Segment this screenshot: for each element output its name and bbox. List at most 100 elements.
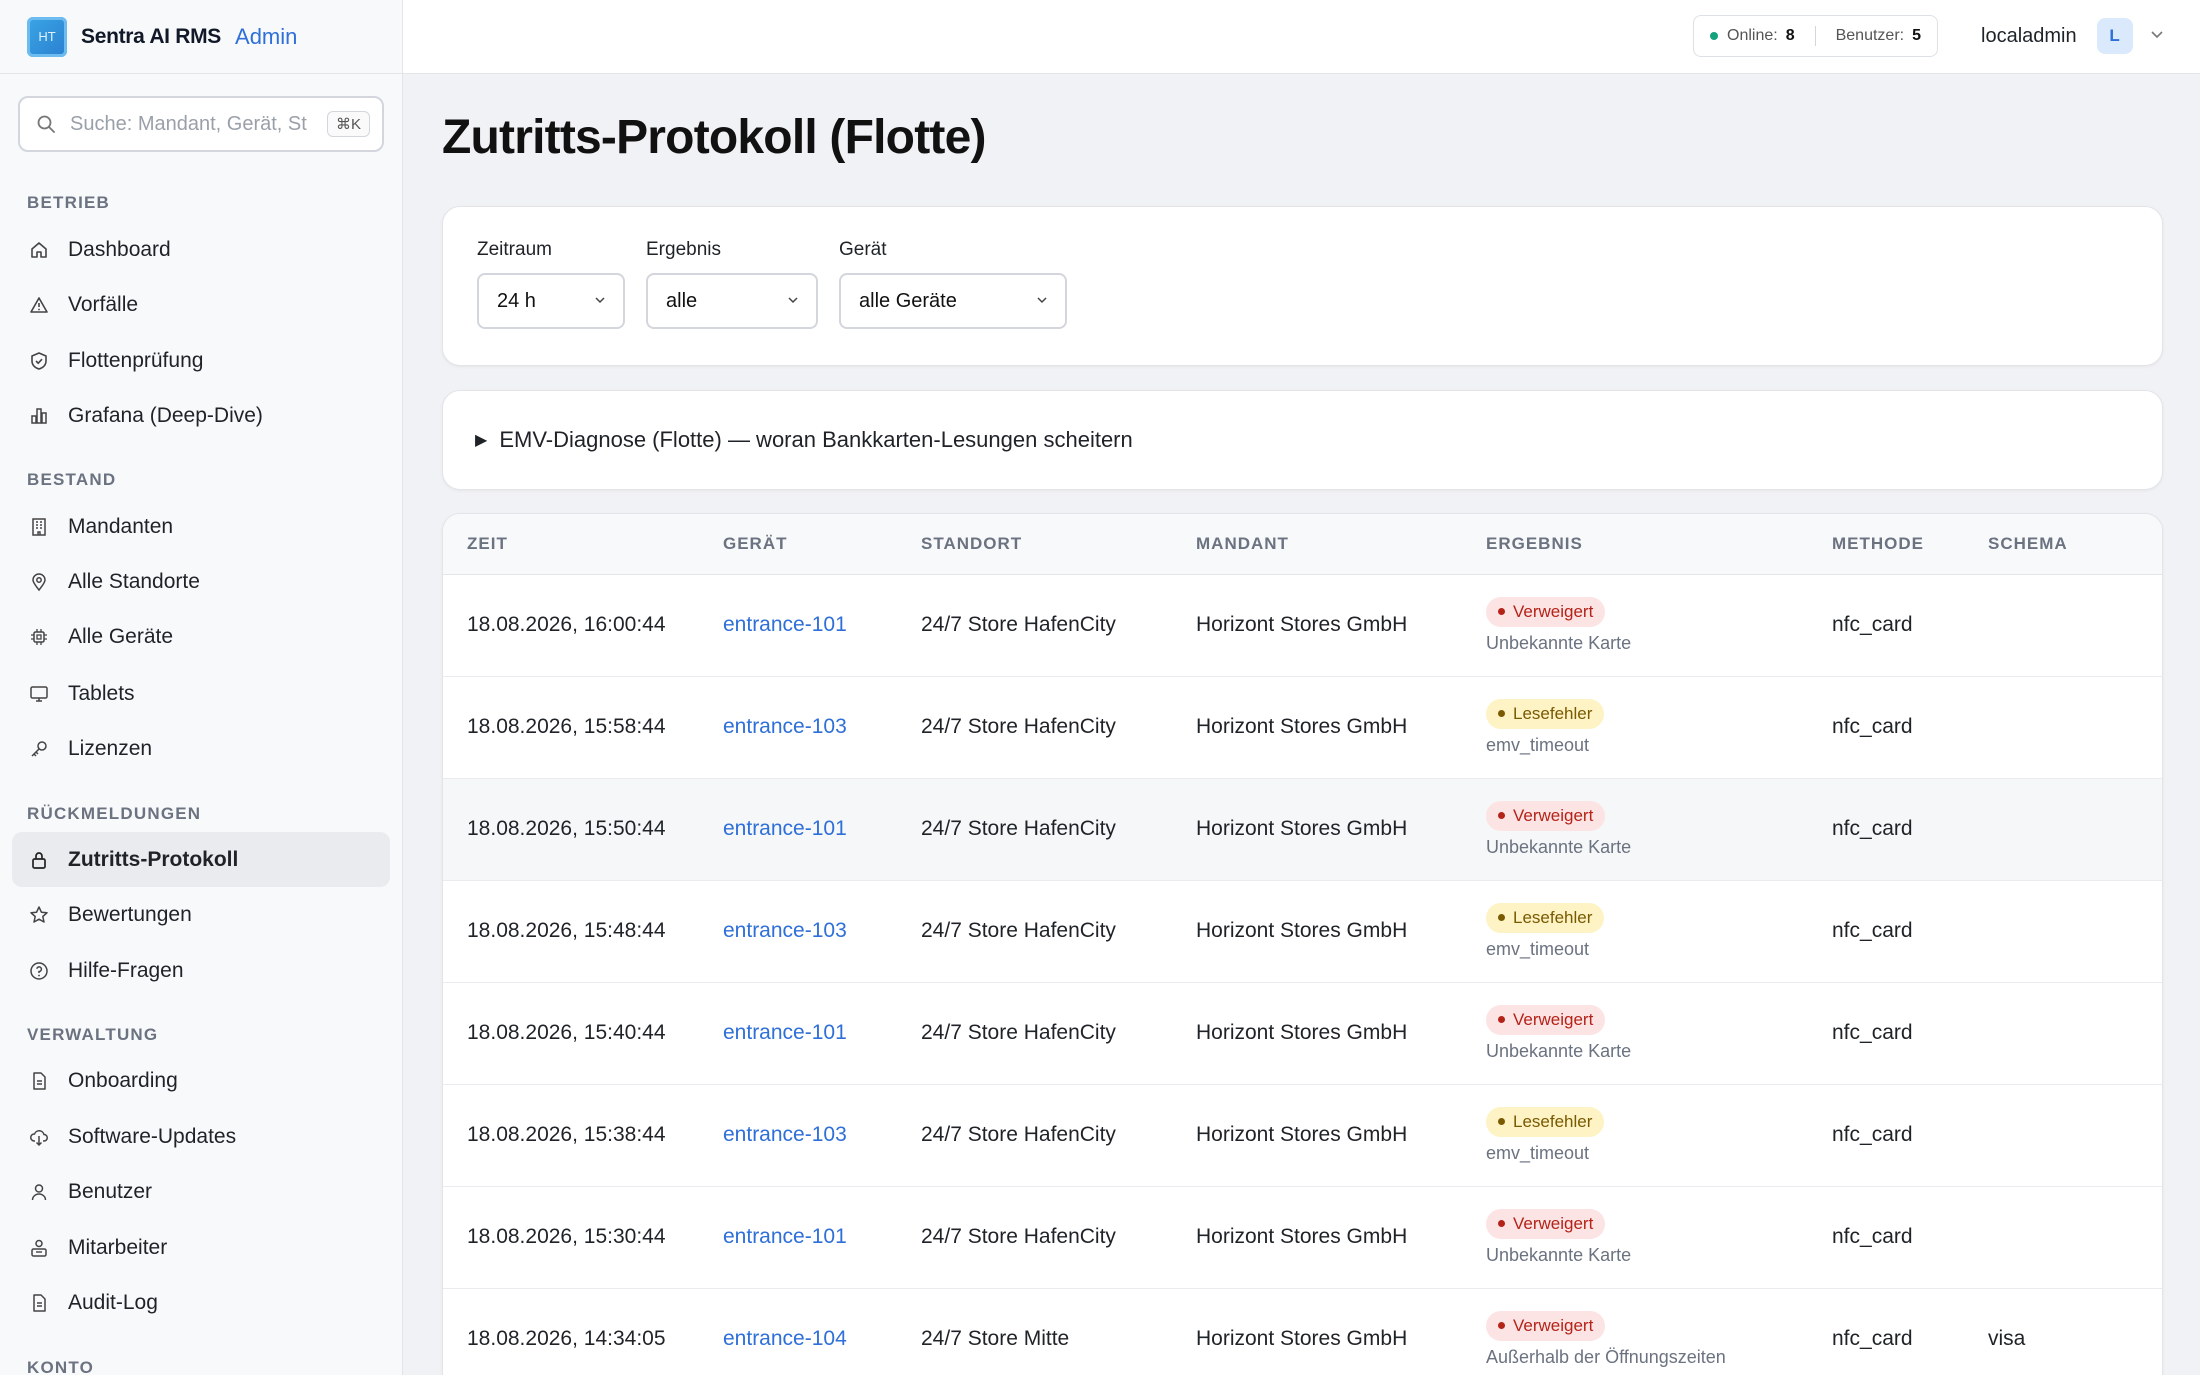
emv-diagnosis-card[interactable]: ▶ EMV-Diagnose (Flotte) — woran Bankkart… <box>442 390 2163 490</box>
sidebar-item-onboarding[interactable]: Onboarding <box>12 1053 390 1108</box>
column-header-mandant[interactable]: MANDANT <box>1196 514 1486 575</box>
table-header-row: ZEIT GERÄT STANDORT MANDANT ERGEBNIS MET… <box>443 514 2162 575</box>
document-icon <box>28 1292 50 1314</box>
cell-standort: 24/7 Store Mitte <box>921 1288 1196 1375</box>
table-row[interactable]: 18.08.2026, 15:30:44 entrance-101 24/7 Sto… <box>443 1186 2162 1289</box>
sidebar-item-lizenzen[interactable]: Lizenzen <box>12 721 390 776</box>
sidebar-item-label: Mandanten <box>68 514 174 538</box>
column-header-methode[interactable]: METHODE <box>1832 514 1988 575</box>
status-badge: Verweigert <box>1486 1208 1606 1239</box>
brand[interactable]: HT Sentra AI RMS Admin <box>0 0 402 74</box>
status-badge-label: Verweigert <box>1513 1315 1594 1335</box>
cell-standort: 24/7 Store HafenCity <box>921 778 1196 881</box>
cell-geraet: entrance-103 <box>723 880 921 983</box>
sidebar-item-alle-standorte[interactable]: Alle Standorte <box>12 554 390 609</box>
result-detail: emv_timeout <box>1486 734 1590 755</box>
cell-standort: 24/7 Store HafenCity <box>921 676 1196 779</box>
cell-methode: nfc_card <box>1832 778 1988 881</box>
avatar: L <box>2096 18 2133 54</box>
device-link[interactable]: entrance-104 <box>723 1327 847 1350</box>
cell-standort: 24/7 Store HafenCity <box>921 1186 1196 1289</box>
status-badge: Verweigert <box>1486 596 1606 627</box>
lock-icon <box>28 849 50 871</box>
zeitraum-select[interactable]: 24 h <box>477 273 625 329</box>
sidebar-item-hilfe-fragen[interactable]: Hilfe-Fragen <box>12 943 390 998</box>
sidebar-item-label: Vorfälle <box>68 292 139 316</box>
filter-label: Zeitraum <box>477 239 552 260</box>
table-row[interactable]: 18.08.2026, 15:48:44 entrance-103 24/7 Sto… <box>443 880 2162 983</box>
search-input[interactable]: Suche: Mandant, Gerät, St ⌘K <box>18 96 384 152</box>
sidebar-item-bewertungen[interactable]: Bewertungen <box>12 887 390 942</box>
result-detail: emv_timeout <box>1486 1142 1590 1163</box>
sidebar-item-vorfaelle[interactable]: Vorfälle <box>12 277 390 332</box>
sidebar-item-dashboard[interactable]: Dashboard <box>12 222 390 277</box>
column-header-standort[interactable]: STANDORT <box>921 514 1196 575</box>
ergebnis-select[interactable]: alle <box>646 273 818 329</box>
cell-mandant: Horizont Stores GmbH <box>1196 676 1486 779</box>
result-detail: Außerhalb der Öffnungszeiten <box>1486 1346 1726 1367</box>
shortcut-hint: ⌘K <box>326 111 370 137</box>
table-row[interactable]: 18.08.2026, 16:00:44 entrance-101 24/7 Sto… <box>443 574 2162 677</box>
device-link[interactable]: entrance-101 <box>723 613 847 636</box>
sidebar-item-alle-geraete[interactable]: Alle Geräte <box>12 609 390 664</box>
sidebar-item-benutzer[interactable]: Benutzer <box>12 1164 390 1219</box>
cell-standort: 24/7 Store HafenCity <box>921 574 1196 677</box>
table-row[interactable]: 18.08.2026, 15:50:44 entrance-101 24/7 Sto… <box>443 778 2162 881</box>
chevron-down-icon <box>786 290 800 313</box>
status-dot-icon <box>1498 1016 1505 1023</box>
cell-geraet: entrance-103 <box>723 1084 921 1187</box>
table-row[interactable]: 18.08.2026, 14:34:05 entrance-104 24/7 Sto… <box>443 1288 2162 1375</box>
cell-mandant: Horizont Stores GmbH <box>1196 880 1486 983</box>
cell-geraet: entrance-101 <box>723 574 921 677</box>
sidebar-item-zutritts-protokoll[interactable]: Zutritts-Protokoll <box>12 832 390 887</box>
result-detail: Unbekannte Karte <box>1486 836 1632 857</box>
status-badge-label: Lesefehler <box>1513 1111 1593 1131</box>
device-link[interactable]: entrance-103 <box>723 1123 847 1146</box>
status-badge: Verweigert <box>1486 800 1606 831</box>
filter-geraet: Gerät alle Geräte <box>839 239 1067 329</box>
cpu-icon <box>28 626 50 648</box>
device-link[interactable]: entrance-103 <box>723 919 847 942</box>
sidebar-item-software-updates[interactable]: Software-Updates <box>12 1109 390 1164</box>
table-row[interactable]: 18.08.2026, 15:38:44 entrance-103 24/7 Sto… <box>443 1084 2162 1187</box>
sidebar-item-mitarbeiter[interactable]: Mitarbeiter <box>12 1220 390 1275</box>
device-link[interactable]: entrance-103 <box>723 715 847 738</box>
cell-ergebnis: Verweigert Unbekannte Karte <box>1486 1186 1832 1289</box>
sidebar-item-label: Onboarding <box>68 1068 178 1092</box>
users-label: Benutzer: <box>1835 27 1905 44</box>
sidebar-item-mandanten[interactable]: Mandanten <box>12 499 390 554</box>
status-badge: Lesefehler <box>1486 698 1605 729</box>
sidebar-item-audit-log[interactable]: Audit-Log <box>12 1275 390 1330</box>
user-menu[interactable]: localadmin L <box>1981 18 2165 54</box>
column-header-geraet[interactable]: GERÄT <box>723 514 921 575</box>
result-detail: Unbekannte Karte <box>1486 1040 1632 1061</box>
cell-schema <box>1988 778 2162 881</box>
section-konto: KONTO <box>27 1358 95 1375</box>
cell-schema: visa <box>1988 1288 2162 1375</box>
sidebar-item-grafana[interactable]: Grafana (Deep-Dive) <box>12 388 390 443</box>
emv-diagnosis-toggle[interactable]: ▶ EMV-Diagnose (Flotte) — woran Bankkart… <box>443 391 2162 489</box>
cell-methode: nfc_card <box>1832 1084 1988 1187</box>
document-icon <box>28 1070 50 1092</box>
cell-zeit: 18.08.2026, 15:48:44 <box>443 880 723 983</box>
sidebar-item-tablets[interactable]: Tablets <box>12 666 390 721</box>
select-value: alle <box>666 289 698 312</box>
status-dot-icon <box>1498 812 1505 819</box>
status-summary: Online: 8 Benutzer: 5 <box>1693 15 1938 57</box>
geraet-select[interactable]: alle Geräte <box>839 273 1067 329</box>
filter-label: Ergebnis <box>646 239 721 260</box>
status-dot-icon <box>1498 1220 1505 1227</box>
table-row[interactable]: 18.08.2026, 15:40:44 entrance-101 24/7 Sto… <box>443 982 2162 1085</box>
column-header-zeit[interactable]: ZEIT <box>443 514 723 575</box>
sidebar-item-flottenpruefung[interactable]: Flottenprüfung <box>12 333 390 388</box>
online-count: 8 <box>1785 27 1795 44</box>
cell-schema <box>1988 880 2162 983</box>
device-link[interactable]: entrance-101 <box>723 1021 847 1044</box>
sidebar-item-label: Audit-Log <box>68 1290 158 1314</box>
device-link[interactable]: entrance-101 <box>723 1225 847 1248</box>
cell-zeit: 18.08.2026, 14:34:05 <box>443 1288 723 1375</box>
column-header-ergebnis[interactable]: ERGEBNIS <box>1486 514 1832 575</box>
device-link[interactable]: entrance-101 <box>723 817 847 840</box>
table-row[interactable]: 18.08.2026, 15:58:44 entrance-103 24/7 Sto… <box>443 676 2162 779</box>
column-header-schema[interactable]: SCHEMA <box>1988 514 2162 575</box>
